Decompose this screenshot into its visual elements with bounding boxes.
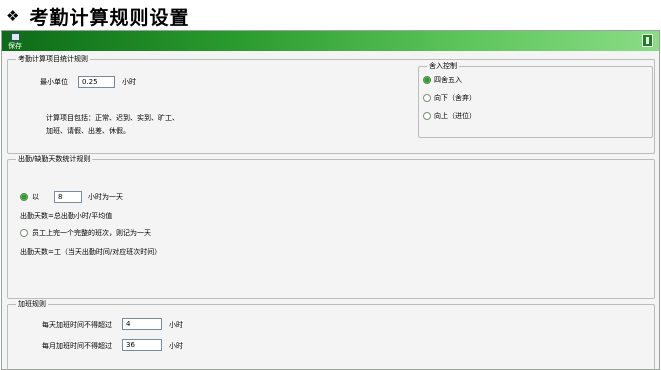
monthly-overtime-label: 每月加班时间不得超过	[42, 342, 112, 350]
save-button[interactable]: 保存	[6, 32, 24, 50]
daily-overtime-label: 每天加班时间不得超过	[42, 321, 112, 329]
radio-full-shift[interactable]	[20, 229, 28, 237]
settings-window: 保存 考勤计算项目统计规则 最小单位 0.25 小时 计算项目包括：正常、迟到、…	[1, 30, 660, 370]
daily-overtime-input[interactable]: 4	[122, 318, 162, 330]
overtime-rules-group: 加班规则 每天加班时间不得超过 4 小时 每月加班时间不得超过 36 小时	[7, 299, 655, 370]
page-title-text: 考勤计算规则设置	[29, 6, 190, 29]
hours-per-day-input[interactable]: 8	[54, 191, 82, 203]
calc-items-line1: 计算项目包括：正常、迟到、实到、旷工、	[46, 114, 179, 122]
formula-average: 出勤天数=总出勤小时/平均值	[20, 212, 113, 220]
radio-round-up-label: 向上（进位）	[434, 112, 476, 120]
page-title: ❖ 考勤计算规则设置	[6, 3, 189, 29]
save-button-label: 保存	[8, 42, 22, 50]
stats-rules-group: 考勤计算项目统计规则 最小单位 0.25 小时 计算项目包括：正常、迟到、实到、…	[7, 54, 655, 154]
rounding-control-legend: 舍入控制	[427, 61, 459, 71]
min-unit-label: 最小单位	[40, 78, 68, 86]
min-unit-input[interactable]: 0.25	[78, 76, 115, 88]
daily-overtime-unit: 小时	[169, 321, 183, 329]
formula-shift: 出勤天数=工（当天出勤时间/对应班次时间）	[20, 248, 162, 256]
save-icon	[10, 33, 20, 41]
rounding-control-group: 舍入控制 四舍五入 向下（舍弃） 向上（进位）	[418, 61, 653, 138]
hours-per-day-suffix: 小时为一天	[88, 193, 123, 201]
full-shift-label: 员工上完一个完整的班次，则记为一天	[32, 229, 151, 237]
settings-content: 考勤计算项目统计规则 最小单位 0.25 小时 计算项目包括：正常、迟到、实到、…	[2, 51, 659, 370]
radio-round-half-up-label: 四舍五入	[434, 76, 462, 84]
radio-round-up[interactable]	[423, 112, 431, 120]
radio-round-half-up[interactable]	[423, 76, 431, 84]
radio-hours-per-day[interactable]	[20, 193, 28, 201]
attendance-days-legend: 出勤/缺勤天数统计规则	[16, 154, 93, 164]
diamond-bullet-icon: ❖	[6, 7, 20, 25]
min-unit-suffix: 小时	[122, 78, 136, 86]
monthly-overtime-unit: 小时	[169, 342, 183, 350]
attendance-days-group: 出勤/缺勤天数统计规则 以 8 小时为一天 出勤天数=总出勤小时/平均值 员工上…	[7, 154, 655, 299]
calc-items-line2: 加班、请假、出差、休假。	[46, 127, 130, 135]
exit-icon[interactable]	[642, 34, 653, 47]
overtime-rules-legend: 加班规则	[16, 299, 48, 309]
stats-rules-legend: 考勤计算项目统计规则	[16, 54, 90, 64]
radio-round-down[interactable]	[423, 94, 431, 102]
radio-round-down-label: 向下（舍弃）	[434, 94, 476, 102]
toolbar: 保存	[2, 31, 659, 51]
monthly-overtime-input[interactable]: 36	[122, 339, 162, 351]
hours-per-day-prefix: 以	[32, 193, 39, 201]
